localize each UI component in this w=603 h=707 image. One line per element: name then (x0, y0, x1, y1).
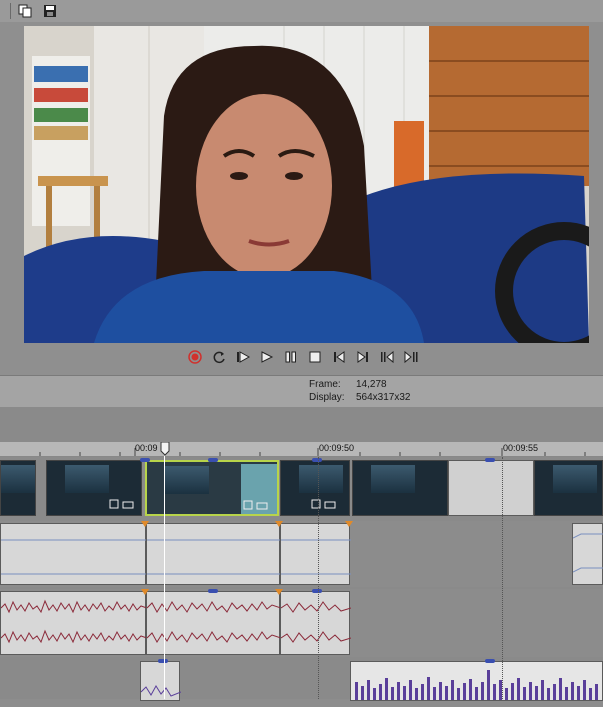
crop-pan-icon (311, 499, 336, 509)
copy-snapshot-icon (18, 4, 32, 18)
envelope-clip[interactable] (146, 523, 281, 585)
audio-track (0, 589, 603, 657)
go-to-end-button[interactable] (354, 348, 372, 366)
fade-handle[interactable] (141, 521, 149, 527)
save-icon (44, 5, 56, 17)
envelope-lines (281, 539, 351, 575)
fade-handle[interactable] (345, 521, 353, 527)
preview-toolbar (0, 0, 603, 22)
copy-snapshot-button[interactable] (16, 2, 34, 20)
stop-icon (309, 351, 321, 363)
video-clip[interactable] (352, 460, 448, 516)
previous-frame-icon (381, 350, 394, 364)
ruler-label-3: 00:09:55 (503, 443, 539, 453)
frame-value: 14,278 (356, 379, 387, 390)
webcam-frame-image (24, 26, 589, 343)
empty-track-region (448, 460, 534, 516)
fade-handle[interactable] (275, 521, 283, 527)
playhead-cursor[interactable] (164, 456, 165, 699)
music-track (0, 659, 603, 701)
previous-frame-button[interactable] (378, 348, 396, 366)
play-from-start-button[interactable] (234, 348, 252, 366)
video-clip[interactable] (46, 460, 142, 516)
video-preview-pane (0, 22, 603, 375)
audio-waveform (0, 599, 148, 644)
audio-clip[interactable] (146, 591, 282, 655)
ruler-label-2: 00:09:50 (319, 443, 355, 453)
envelope-lines (572, 533, 603, 573)
marker-guide-line (318, 457, 319, 699)
fade-handle[interactable] (275, 589, 283, 595)
frame-label: Frame: (309, 379, 341, 390)
next-frame-icon (404, 350, 418, 364)
save-snapshot-button[interactable] (41, 2, 59, 20)
clip-marker (312, 589, 322, 593)
music-clip[interactable] (140, 661, 182, 701)
audio-waveform (146, 601, 282, 643)
next-frame-button[interactable] (402, 348, 420, 366)
go-to-start-icon (334, 351, 345, 363)
music-waveform (140, 685, 182, 697)
selected-video-clip[interactable] (145, 460, 279, 516)
play-button[interactable] (258, 348, 276, 366)
preview-info-bar: Frame: 14,278 Display: 564x317x32 (0, 375, 603, 408)
loop-icon (213, 351, 225, 364)
envelope-clip[interactable] (0, 523, 147, 585)
display-label: Display: (309, 392, 345, 403)
timeline-tracks (0, 457, 603, 701)
video-clip[interactable] (534, 460, 603, 516)
clip-marker (140, 458, 150, 462)
display-value: 564x317x32 (356, 392, 411, 403)
clip-marker (485, 458, 495, 462)
music-clip[interactable] (350, 661, 603, 701)
play-icon (261, 351, 274, 363)
music-waveform (355, 670, 598, 700)
clip-marker (208, 589, 218, 593)
toolbar-separator (10, 3, 11, 19)
go-to-end-icon (357, 351, 368, 363)
pause-icon (285, 351, 296, 363)
envelope-lines (1, 539, 147, 575)
go-to-start-button[interactable] (330, 348, 348, 366)
stop-button[interactable] (306, 348, 324, 366)
envelope-track (0, 521, 603, 587)
crop-pan-icon (243, 500, 268, 510)
video-clip[interactable] (280, 460, 350, 516)
record-button[interactable] (186, 348, 204, 366)
clip-marker (312, 458, 322, 462)
ruler-label-1: 00:09 (135, 443, 158, 453)
envelope-clip[interactable] (572, 523, 603, 585)
marker-guide-line (502, 457, 503, 699)
audio-waveform (280, 601, 352, 643)
clip-marker (158, 659, 168, 663)
transport-controls (186, 348, 420, 368)
video-preview-frame (24, 26, 589, 343)
record-icon (188, 350, 202, 364)
timeline-header-area (0, 407, 603, 442)
play-from-start-icon (237, 351, 250, 363)
clip-marker (208, 458, 218, 462)
fade-handle[interactable] (141, 589, 149, 595)
timeline-ruler[interactable]: 00:09 00:09:50 00:09:55 (0, 442, 603, 457)
crop-pan-icon (109, 499, 134, 509)
envelope-lines (147, 539, 281, 575)
clip-marker (485, 659, 495, 663)
video-track (0, 457, 603, 519)
video-clip[interactable] (0, 460, 36, 516)
audio-clip[interactable] (0, 591, 148, 655)
pause-button[interactable] (282, 348, 300, 366)
loop-playback-button[interactable] (210, 348, 228, 366)
envelope-clip[interactable] (280, 523, 351, 585)
audio-clip[interactable] (280, 591, 352, 655)
playhead-handle-icon[interactable] (160, 442, 170, 456)
